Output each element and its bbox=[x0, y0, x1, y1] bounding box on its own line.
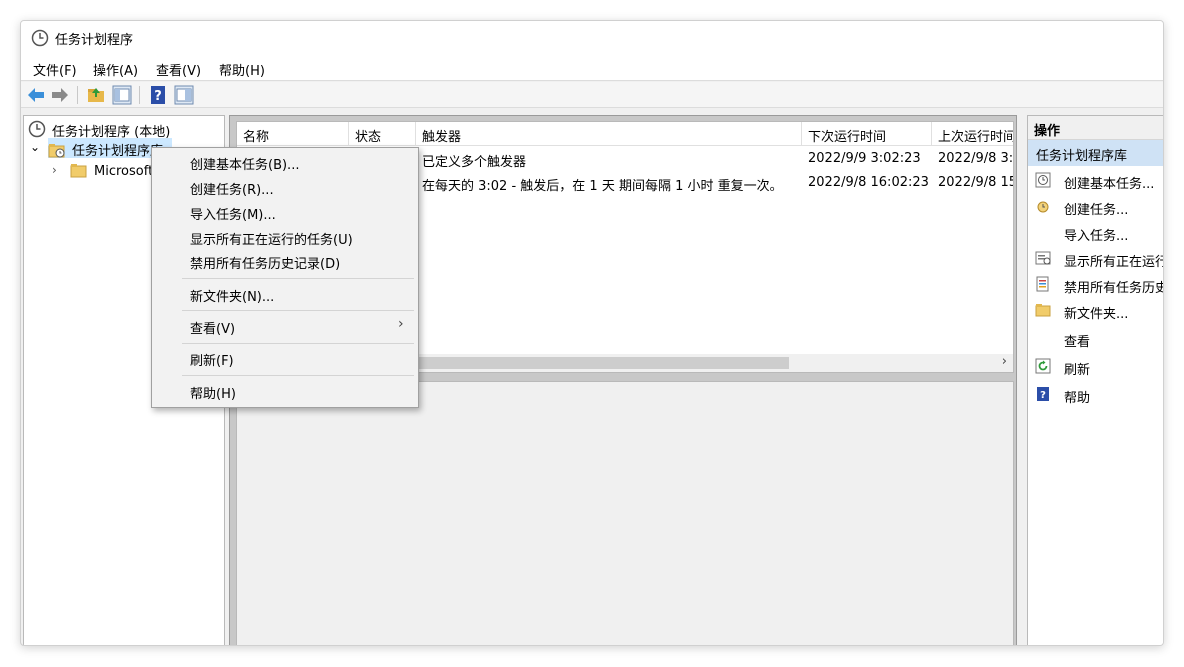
context-menu: 创建基本任务(B)... 创建任务(R)... 导入任务(M)... 显示所有正… bbox=[151, 147, 419, 408]
task-scheduler-window: 任务计划程序 文件(F) 操作(A) 查看(V) 帮助(H) ? 任务计划程序 … bbox=[20, 20, 1164, 646]
action-label: 帮助 bbox=[1064, 391, 1091, 406]
action-label: 禁用所有任务历史 bbox=[1064, 281, 1164, 296]
menu-file[interactable]: 文件(F) bbox=[33, 60, 77, 79]
folder-clock-icon bbox=[48, 144, 65, 158]
action-new-folder[interactable]: 新文件夹... bbox=[1028, 298, 1163, 324]
back-arrow-icon[interactable] bbox=[25, 84, 47, 106]
detail-pane bbox=[236, 381, 1014, 645]
svg-text:?: ? bbox=[1040, 390, 1046, 401]
window-title: 任务计划程序 bbox=[55, 33, 134, 48]
action-label: 创建任务... bbox=[1064, 203, 1129, 218]
context-separator bbox=[182, 375, 414, 376]
folder-up-icon[interactable] bbox=[85, 84, 107, 106]
refresh-icon bbox=[1035, 358, 1051, 374]
help-icon[interactable]: ? bbox=[147, 84, 169, 106]
column-last-run[interactable]: 上次运行时间 bbox=[932, 122, 1013, 146]
action-label: 创建基本任务... bbox=[1064, 177, 1155, 192]
chevron-right-icon[interactable]: › bbox=[52, 163, 57, 177]
toolbar: ? bbox=[21, 82, 1163, 108]
action-label: 显示所有正在运行 bbox=[1064, 255, 1164, 270]
menu-bar: 文件(F) 操作(A) 查看(V) 帮助(H) bbox=[21, 55, 1163, 81]
row-next-run: 2022/9/8 16:02:23 bbox=[808, 175, 929, 190]
column-trigger[interactable]: 触发器 bbox=[416, 122, 802, 146]
toolbar-separator bbox=[139, 86, 140, 104]
context-view[interactable]: 查看(V) bbox=[190, 318, 235, 337]
column-status[interactable]: 状态 bbox=[349, 122, 416, 146]
action-import-task[interactable]: 导入任务... bbox=[1028, 220, 1163, 246]
context-display-running[interactable]: 显示所有正在运行的任务(U) bbox=[190, 229, 353, 248]
action-disable-history[interactable]: 禁用所有任务历史 bbox=[1028, 272, 1164, 298]
menu-help[interactable]: 帮助(H) bbox=[219, 60, 265, 79]
action-label: 查看 bbox=[1064, 335, 1091, 350]
actions-pane: 操作 任务计划程序库 创建基本任务... 创建任务... 导入任务... 显示所 bbox=[1027, 115, 1164, 645]
submenu-arrow-icon: › bbox=[398, 316, 404, 332]
action-label: 新文件夹... bbox=[1064, 307, 1129, 322]
context-separator bbox=[182, 310, 414, 311]
list-header: 名称 状态 触发器 下次运行时间 上次运行时间 bbox=[237, 122, 1013, 146]
running-tasks-icon bbox=[1035, 251, 1051, 265]
action-refresh[interactable]: 刷新 bbox=[1028, 354, 1163, 380]
new-folder-icon bbox=[1035, 304, 1051, 317]
context-disable-history[interactable]: 禁用所有任务历史记录(D) bbox=[190, 253, 340, 272]
context-create-basic-task[interactable]: 创建基本任务(B)... bbox=[190, 154, 299, 173]
action-create-task[interactable]: 创建任务... bbox=[1028, 194, 1163, 220]
create-basic-task-icon bbox=[1035, 172, 1051, 188]
help-icon: ? bbox=[1037, 387, 1049, 401]
context-create-task[interactable]: 创建任务(R)... bbox=[190, 179, 274, 198]
context-refresh[interactable]: 刷新(F) bbox=[190, 350, 234, 369]
context-separator bbox=[182, 343, 414, 344]
context-new-folder[interactable]: 新文件夹(N)... bbox=[190, 286, 274, 305]
context-import-task[interactable]: 导入任务(M)... bbox=[190, 204, 276, 223]
svg-text:?: ? bbox=[154, 89, 162, 104]
row-trigger: 已定义多个触发器 bbox=[422, 155, 527, 170]
scroll-right-icon[interactable]: › bbox=[1002, 354, 1007, 369]
row-last-run: 2022/9/8 3:0 bbox=[938, 151, 1013, 166]
context-separator bbox=[182, 278, 414, 279]
action-pane-icon[interactable] bbox=[173, 84, 195, 106]
create-task-icon bbox=[1037, 201, 1049, 213]
action-help[interactable]: ? 帮助 bbox=[1028, 382, 1163, 408]
row-next-run: 2022/9/9 3:02:23 bbox=[808, 151, 921, 166]
action-label: 刷新 bbox=[1064, 363, 1091, 378]
scrollbar-thumb[interactable] bbox=[419, 357, 789, 369]
folder-icon bbox=[70, 164, 87, 178]
tree-item-microsoft-label: Microsoft bbox=[94, 164, 154, 179]
menu-action[interactable]: 操作(A) bbox=[93, 60, 138, 79]
action-display-running[interactable]: 显示所有正在运行 bbox=[1028, 246, 1164, 272]
chevron-down-icon[interactable]: ⌄ bbox=[30, 140, 40, 154]
title-bar: 任务计划程序 bbox=[21, 21, 1163, 55]
action-view[interactable]: 查看 bbox=[1028, 326, 1163, 352]
context-help[interactable]: 帮助(H) bbox=[190, 383, 236, 402]
menu-view[interactable]: 查看(V) bbox=[156, 60, 201, 79]
forward-arrow-icon[interactable] bbox=[49, 84, 71, 106]
tree-item-root-label: 任务计划程序 (本地) bbox=[52, 125, 171, 140]
column-name[interactable]: 名称 bbox=[237, 122, 349, 146]
clock-icon bbox=[28, 120, 46, 138]
row-last-run: 2022/9/8 15 bbox=[938, 175, 1013, 190]
toolbar-separator bbox=[77, 86, 78, 104]
tree-item-library-label: 任务计划程序库 bbox=[72, 144, 164, 159]
actions-header: 操作 bbox=[1028, 116, 1163, 140]
actions-section-title[interactable]: 任务计划程序库 bbox=[1028, 140, 1163, 166]
column-next-run[interactable]: 下次运行时间 bbox=[802, 122, 932, 146]
clock-icon bbox=[31, 29, 49, 47]
action-label: 导入任务... bbox=[1064, 229, 1129, 244]
history-icon bbox=[1036, 276, 1049, 292]
row-trigger: 在每天的 3:02 - 触发后，在 1 天 期间每隔 1 小时 重复一次。 bbox=[422, 179, 783, 194]
show-hide-console-icon[interactable] bbox=[111, 84, 133, 106]
action-create-basic-task[interactable]: 创建基本任务... bbox=[1028, 168, 1163, 194]
